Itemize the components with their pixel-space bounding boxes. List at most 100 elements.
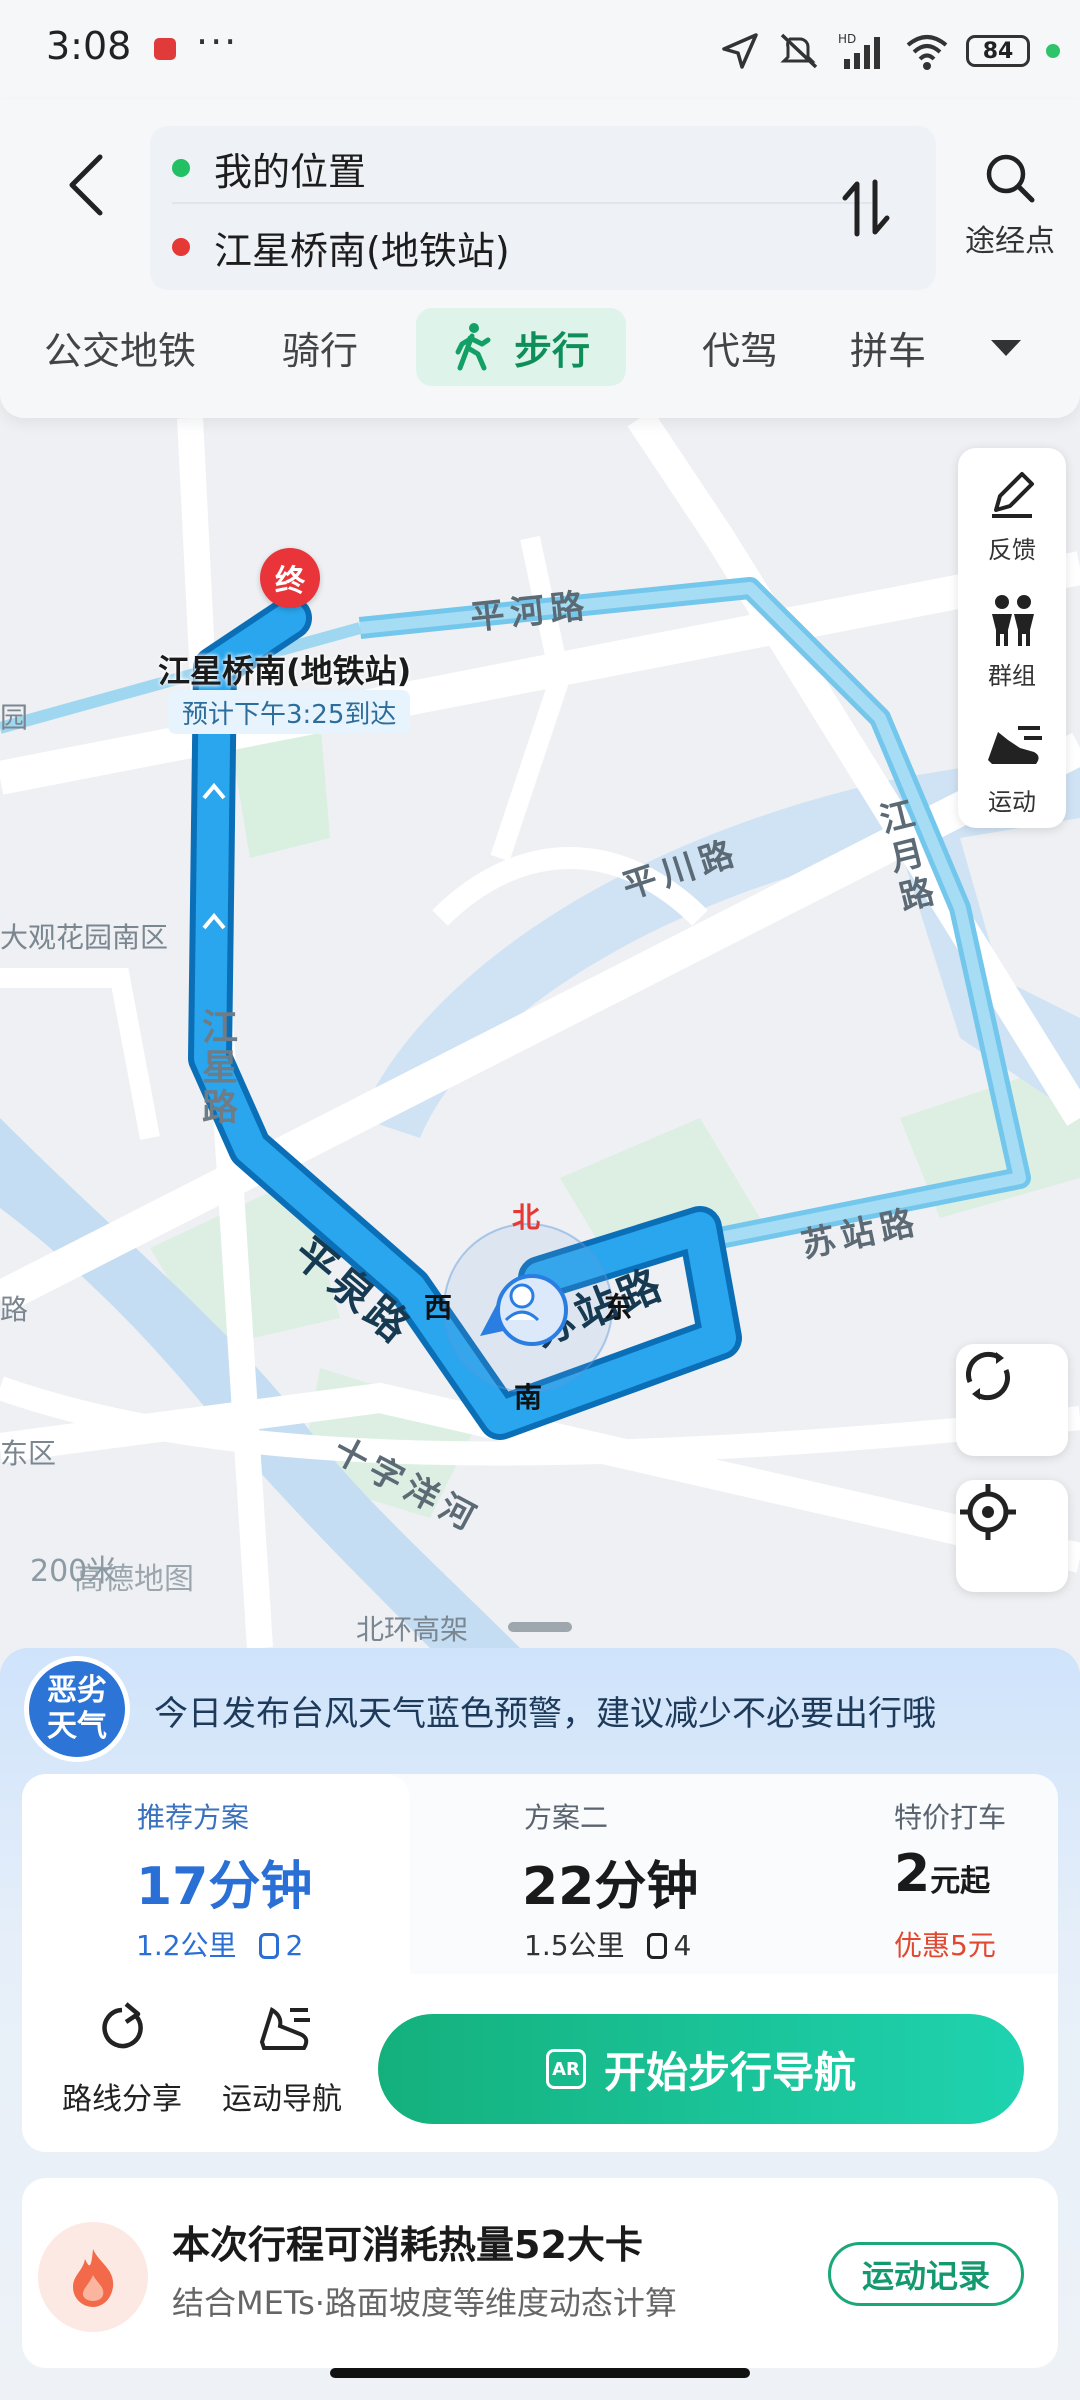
destination-dot-icon [172, 238, 190, 256]
plan-title: 方案二 [524, 1801, 609, 1834]
weather-badge-line1: 恶劣 [47, 1673, 107, 1708]
tab-walking[interactable]: 步行 [416, 308, 626, 386]
battery-indicator: 84 [966, 35, 1030, 67]
status-time: 3:08 [46, 24, 132, 68]
more-modes-button[interactable] [978, 326, 1034, 370]
running-shoe-icon [259, 2006, 310, 2050]
origin-field[interactable]: 我的位置 [172, 134, 872, 204]
plan-recommended[interactable]: 推荐方案 17分钟 1.2公里 2 [22, 1774, 410, 1974]
plan-title: 推荐方案 [137, 1801, 250, 1834]
plan-traffic-lights: 4 [673, 1929, 692, 1962]
crosshair-icon [960, 1484, 1016, 1540]
group-button[interactable]: 群组 [958, 574, 1066, 694]
status-bar: 3:08 ··· HD 84 [0, 0, 1080, 100]
tab-cycling[interactable]: 骑行 [250, 308, 390, 386]
tab-carpool[interactable]: 拼车 [850, 308, 960, 386]
taxi-price: 2元起 [894, 1844, 990, 1904]
sport-record-button[interactable]: 运动记录 [828, 2242, 1024, 2306]
compass-north: 北 [512, 1201, 541, 1234]
plan-actions: 路线分享 运动导航 AR 开始步行导航 [22, 1974, 1058, 2152]
plan-two[interactable]: 方案二 22分钟 1.5公里 4 [410, 1774, 740, 1974]
plan-meta: 1.2公里 2 [136, 1924, 303, 1964]
map-tools-panel: 反馈 群组 运动 [958, 448, 1066, 828]
wifi-icon [906, 35, 948, 70]
sport-label: 运动 [988, 788, 1036, 816]
origin-text: 我的位置 [214, 149, 367, 194]
map-label-road: 路 [0, 1293, 29, 1326]
search-icon [986, 154, 1035, 203]
waypoint-button[interactable]: 途经点 [950, 150, 1070, 270]
taxi-price-number: 2 [894, 1844, 931, 1904]
route-header: 我的位置 江星桥南(地铁站) 途经点 公交地铁 骑行 步行 代驾 拼车 [0, 100, 1080, 418]
map-label-park: 园 [0, 701, 29, 734]
map-label-scenic-area: 大观花园南区 [0, 921, 169, 954]
swap-route-button[interactable] [836, 170, 896, 246]
plan-distance: 1.5公里 [524, 1929, 625, 1962]
weather-warning-text[interactable]: 今日发布台风天气蓝色预警，建议减少不必要出行哦 [154, 1686, 936, 1735]
start-walking-navigation-button[interactable]: AR 开始步行导航 [378, 2014, 1024, 2124]
group-label: 群组 [988, 662, 1036, 690]
route-bottom-sheet: 恶劣 天气 今日发布台风天气蓝色预警，建议减少不必要出行哦 推荐方案 17分钟 1… [0, 1648, 1080, 2400]
user-face-icon [504, 1283, 540, 1322]
route-label-jiangxing: 江星路 [196, 1008, 237, 1128]
feedback-button[interactable]: 反馈 [958, 448, 1066, 568]
feedback-label: 反馈 [988, 536, 1036, 564]
calorie-title: 本次行程可消耗热量52大卡 [172, 2223, 643, 2267]
route-share-button[interactable]: 路线分享 [52, 2002, 192, 2122]
sport-nav-label: 运动导航 [222, 2082, 342, 2117]
sport-button[interactable]: 运动 [958, 700, 1066, 820]
share-icon [102, 2002, 143, 2049]
destination-field[interactable]: 江星桥南(地铁站) [172, 212, 872, 282]
sport-nav-button[interactable]: 运动导航 [212, 2002, 352, 2122]
more-notifications-icon: ··· [196, 20, 239, 64]
sheet-drag-handle[interactable] [508, 1622, 572, 1632]
tab-walking-label: 步行 [513, 328, 590, 373]
waypoint-label: 途经点 [965, 224, 1055, 259]
calorie-card: 本次行程可消耗热量52大卡 结合METs·路面坡度等维度动态计算 运动记录 [22, 2178, 1058, 2368]
chevron-down-icon [991, 340, 1021, 356]
privacy-dot-icon [1046, 44, 1060, 58]
signal-icon: HD [838, 32, 880, 69]
taxi-discount: 优惠5元 [894, 1929, 996, 1962]
user-location-avatar[interactable] [496, 1274, 568, 1346]
ar-icon: AR [545, 2049, 586, 2089]
traffic-light-icon [647, 1933, 668, 1959]
route-input-box: 我的位置 江星桥南(地铁站) [150, 126, 936, 290]
plan-title: 特价打车 [894, 1801, 1007, 1834]
group-icon [992, 595, 1034, 646]
plan-duration: 17分钟 [136, 1857, 313, 1917]
svg-text:HD: HD [838, 32, 856, 46]
severe-weather-badge: 恶劣 天气 [24, 1656, 130, 1762]
refresh-icon [965, 1351, 1011, 1401]
plan-taxi-deal[interactable]: 特价打车 2元起 优惠5元 [740, 1774, 1058, 1974]
start-button-label: 开始步行导航 [603, 2047, 856, 2097]
traffic-light-icon [259, 1933, 280, 1959]
map-view[interactable]: 园 大观花园南区 东区 路 北环高架 平河路 平川路 江月路 苏站路 十字洋河 … [0, 418, 1080, 1648]
locate-me-button[interactable] [956, 1480, 1068, 1592]
back-button[interactable] [56, 140, 116, 230]
destination-marker[interactable]: 终 [260, 548, 320, 608]
route-share-label: 路线分享 [62, 2082, 182, 2117]
compass-south: 南 [514, 1381, 543, 1414]
taxi-price-unit: 元起 [930, 1864, 991, 1899]
app-notification-icon [154, 38, 176, 60]
origin-dot-icon [172, 159, 190, 177]
route-plans-card: 推荐方案 17分钟 1.2公里 2 方案二 22分钟 1.5公里 4 特价打车 … [22, 1774, 1058, 2152]
calorie-subtitle: 结合METs·路面坡度等维度动态计算 [172, 2284, 677, 2322]
tab-transit[interactable]: 公交地铁 [20, 308, 220, 386]
refresh-route-button[interactable] [956, 1344, 1068, 1456]
tab-designated-driver[interactable]: 代驾 [660, 308, 820, 386]
status-icons: HD 84 [720, 26, 1060, 76]
plan-traffic-lights: 2 [285, 1929, 304, 1962]
chevron-left-icon [69, 154, 103, 216]
plan-distance: 1.2公里 [136, 1929, 237, 1962]
destination-name-label[interactable]: 江星桥南(地铁站) [158, 646, 411, 692]
mute-icon [780, 33, 818, 69]
compass-west: 西 [424, 1291, 453, 1324]
weather-badge-line2: 天气 [47, 1709, 107, 1744]
travel-mode-tabs: 公交地铁 骑行 步行 代驾 拼车 [0, 308, 1080, 394]
compass-east: 东 [604, 1291, 633, 1324]
map-label-highway: 北环高架 [356, 1613, 469, 1646]
home-indicator[interactable] [330, 2368, 750, 2378]
plan-meta: 1.5公里 4 [524, 1924, 691, 1964]
